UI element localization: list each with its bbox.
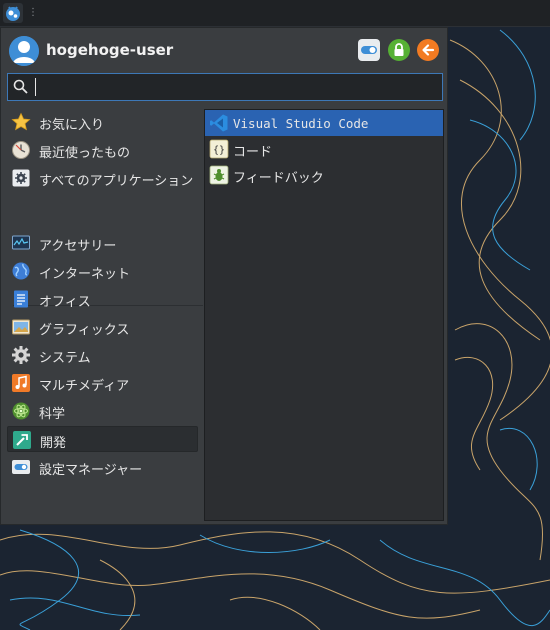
- user-avatar: [9, 36, 39, 66]
- category-recent[interactable]: 最近使ったもの: [7, 137, 198, 163]
- app-item-feedback[interactable]: フィードバック: [205, 162, 443, 188]
- category-label: 最近使ったもの: [39, 146, 131, 161]
- category-label: 開発: [40, 436, 67, 451]
- picture-icon: [12, 319, 30, 335]
- search-box[interactable]: [7, 73, 443, 101]
- log-out-button[interactable]: [417, 39, 439, 61]
- vscode-icon: [210, 114, 228, 132]
- document-icon: [14, 290, 28, 308]
- music-note-icon: [12, 374, 30, 392]
- arrow-left-icon: [422, 44, 435, 56]
- app-item-visual-studio-code[interactable]: Visual Studio Code: [205, 110, 443, 136]
- toggle-icon: [361, 46, 377, 54]
- category-label: マルチメディア: [39, 379, 130, 394]
- category-system[interactable]: システム: [7, 342, 198, 368]
- app-label: コード: [233, 145, 273, 160]
- lock-icon: [394, 43, 404, 56]
- menu-header: hogehoge-user: [1, 28, 449, 72]
- hammer-icon: [13, 431, 31, 449]
- category-list: お気に入り 最近使ったもの すべてのアプリケーション アクセサリー インターネッ…: [7, 109, 203, 529]
- star-icon: [11, 112, 31, 131]
- monitor-icon: [12, 235, 30, 250]
- search-icon: [13, 79, 28, 94]
- category-science[interactable]: 科学: [7, 398, 198, 424]
- app-item-code[interactable]: {} コード: [205, 136, 443, 162]
- gear-icon: [12, 346, 30, 364]
- toggle-icon: [12, 460, 30, 474]
- category-multimedia[interactable]: マルチメディア: [7, 370, 198, 396]
- application-list: Visual Studio Code {} コード フィードバック: [204, 109, 444, 521]
- globe-icon: [12, 262, 30, 280]
- whisker-menu-button[interactable]: [3, 3, 23, 23]
- user-icon: [9, 36, 39, 66]
- category-label: インターネット: [39, 267, 131, 282]
- search-input[interactable]: [34, 77, 434, 97]
- bug-icon: [209, 165, 229, 185]
- category-development[interactable]: 開発: [7, 426, 198, 452]
- category-label: 科学: [39, 407, 66, 422]
- username-label: hogehoge-user: [46, 41, 174, 59]
- xfce-mouse-icon: [6, 6, 20, 21]
- category-label: すべてのアプリケーション: [39, 174, 194, 189]
- lock-screen-button[interactable]: [388, 39, 410, 61]
- text-cursor: [35, 78, 36, 96]
- clock-icon: [12, 141, 30, 159]
- category-internet[interactable]: インターネット: [7, 258, 198, 284]
- panel-handle[interactable]: ⋮: [28, 7, 38, 19]
- gear-box-icon: [12, 169, 30, 187]
- category-label: アクセサリー: [39, 239, 117, 254]
- category-label: お気に入り: [39, 118, 105, 133]
- category-all-applications[interactable]: すべてのアプリケーション: [7, 165, 198, 191]
- category-label: 設定マネージャー: [39, 463, 143, 478]
- category-label: システム: [39, 351, 91, 366]
- braces-icon: {}: [209, 139, 229, 159]
- svg-text:{}: {}: [213, 145, 225, 156]
- category-favorites[interactable]: お気に入り: [7, 109, 198, 135]
- category-graphics[interactable]: グラフィックス: [7, 314, 198, 340]
- app-label: フィードバック: [233, 171, 324, 186]
- category-settings-manager[interactable]: 設定マネージャー: [7, 454, 198, 480]
- category-office[interactable]: オフィス: [7, 286, 198, 312]
- top-panel: ⋮: [0, 0, 550, 27]
- category-label: オフィス: [39, 295, 91, 310]
- settings-manager-button[interactable]: [358, 39, 380, 61]
- category-label: グラフィックス: [39, 323, 130, 338]
- whisker-menu: hogehoge-user お気に入り 最近使ったもの すべてのアプリケーション…: [0, 27, 448, 525]
- category-accessories[interactable]: アクセサリー: [7, 230, 198, 256]
- app-label: Visual Studio Code: [233, 116, 369, 131]
- atom-icon: [12, 402, 30, 420]
